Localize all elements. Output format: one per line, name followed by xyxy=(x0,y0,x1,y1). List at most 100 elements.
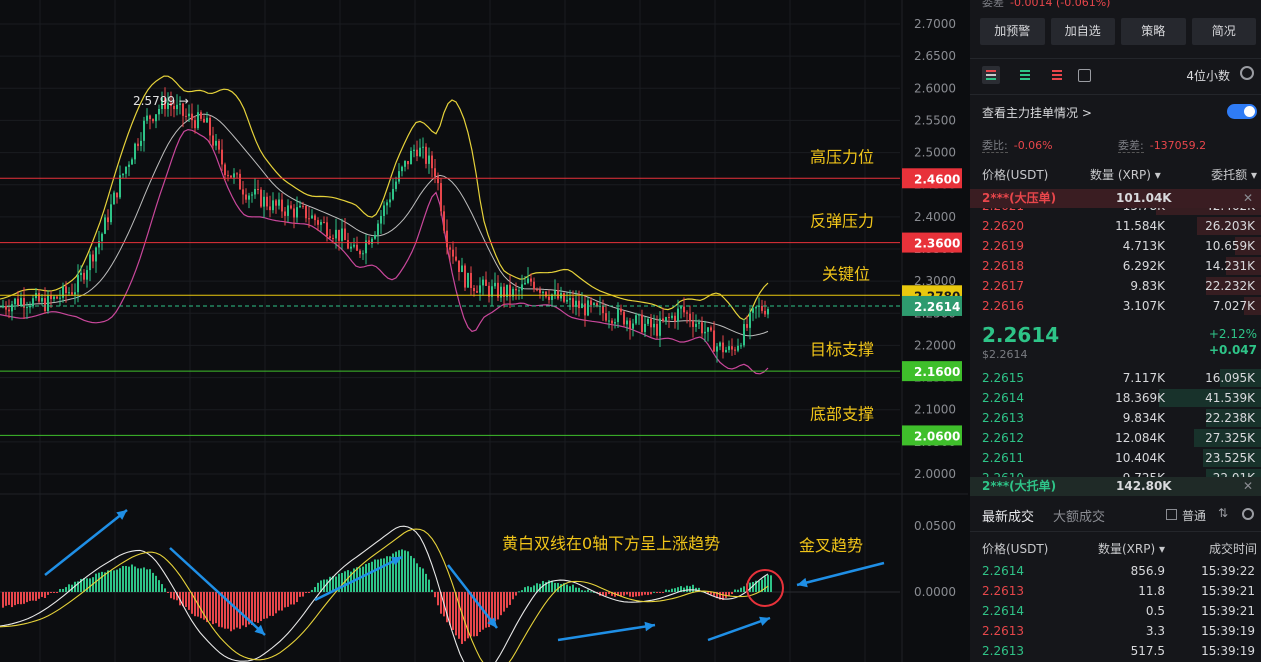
candle-body xyxy=(569,298,571,300)
filter-icon[interactable]: ⇅ xyxy=(1218,506,1228,520)
candle-body xyxy=(431,155,433,169)
close-icon[interactable]: ✕ xyxy=(1243,189,1253,208)
candle-body xyxy=(545,291,547,297)
ask-row[interactable]: 2.2618 6.292K 14.231K xyxy=(970,256,1261,276)
trade-row[interactable]: 2.2613 3.3 15:39:19 xyxy=(970,621,1261,641)
candle-body xyxy=(326,222,328,237)
candlestick-chart[interactable]: 2.70002.65002.60002.55002.50002.45002.40… xyxy=(0,0,968,662)
macd-bar xyxy=(407,551,409,592)
main-force-link[interactable]: 查看主力挂单情况 > xyxy=(982,104,1092,121)
candle-body xyxy=(230,175,232,178)
macd-bar xyxy=(50,592,52,593)
candle-body xyxy=(266,196,268,207)
big-ask-row[interactable]: 2***(大压单) 101.04K ✕ xyxy=(970,189,1261,208)
candle-body xyxy=(329,236,331,239)
ask-row[interactable]: 2.2616 3.107K 7.027K xyxy=(970,296,1261,316)
candle-body xyxy=(257,189,259,191)
candle-body xyxy=(428,155,430,164)
orderbook-bids-icon[interactable] xyxy=(1016,66,1034,84)
macd-bar xyxy=(479,592,481,632)
candle-body xyxy=(107,217,109,223)
golden-cross-label: 金叉趋势 xyxy=(799,536,863,555)
trend-arrow-shaft xyxy=(796,561,885,587)
ask-row[interactable]: 2.2619 4.713K 10.659K xyxy=(970,236,1261,256)
macd-bar xyxy=(302,592,304,597)
macd-bar xyxy=(767,574,769,592)
gear-icon[interactable] xyxy=(1240,66,1254,80)
orderbook-asks-icon[interactable] xyxy=(1048,66,1066,84)
macd-bar xyxy=(515,592,517,596)
candle-body xyxy=(434,168,436,177)
bid-qty: 18.369K xyxy=(1115,391,1165,405)
main-force-toggle[interactable] xyxy=(1227,104,1257,119)
bid-row[interactable]: 2.2615 7.117K 16.095K xyxy=(970,368,1261,388)
candle-body xyxy=(587,300,589,316)
candle-body xyxy=(458,260,460,272)
big-bid-row[interactable]: 2***(大托单) 142.80K ✕ xyxy=(970,477,1261,496)
macd-bar xyxy=(386,556,388,592)
bid-row[interactable]: 2.2613 9.834K 22.238K xyxy=(970,408,1261,428)
macd-bar xyxy=(308,592,310,593)
candle-body xyxy=(404,160,406,167)
candle-body xyxy=(272,200,274,211)
macd-bar xyxy=(137,568,139,592)
macd-bar xyxy=(737,589,739,592)
bid-row[interactable]: 2.2611 10.404K 23.525K xyxy=(970,448,1261,468)
ask-row[interactable]: 2.2617 9.83K 22.232K xyxy=(970,276,1261,296)
bid-price: 2.2614 xyxy=(982,391,1024,405)
candle-body xyxy=(158,108,160,115)
macd-upper-label: 0.0500 xyxy=(914,519,956,533)
ask-amount: 26.203K xyxy=(1205,219,1255,233)
macd-bar xyxy=(734,589,736,592)
candle-body xyxy=(407,160,409,165)
bid-row[interactable]: 2.2614 18.369K 41.539K xyxy=(970,388,1261,408)
strategy-button[interactable]: 策略 xyxy=(1121,18,1186,45)
macd-bar xyxy=(347,570,349,592)
normal-checkbox[interactable] xyxy=(1166,509,1177,520)
macd-bar xyxy=(260,592,262,622)
macd-bar xyxy=(11,592,13,608)
macd-bar xyxy=(413,558,415,592)
tab-large-trades[interactable]: 大额成交 xyxy=(1053,506,1105,525)
candle-body xyxy=(413,149,415,151)
candle-body xyxy=(380,215,382,224)
ask-row[interactable]: 2.2620 11.584K 26.203K xyxy=(970,216,1261,236)
macd-bar xyxy=(533,585,535,592)
bid-qty: 10.404K xyxy=(1115,451,1165,465)
close-icon[interactable]: ✕ xyxy=(1243,477,1253,496)
trade-qty: 856.9 xyxy=(1130,564,1165,578)
candle-body xyxy=(302,205,304,207)
trade-row[interactable]: 2.2613 11.8 15:39:21 xyxy=(970,581,1261,601)
candle-body xyxy=(740,345,742,347)
trend-arrow-head xyxy=(759,616,770,626)
bid-row[interactable]: 2.2612 12.084K 27.325K xyxy=(970,428,1261,448)
candle-body xyxy=(401,166,403,172)
candle-body xyxy=(728,346,730,350)
candle-body xyxy=(227,175,229,177)
bid-amount: 16.095K xyxy=(1205,371,1255,385)
overview-button[interactable]: 简况 xyxy=(1191,18,1256,45)
trade-row[interactable]: 2.2614 856.9 15:39:22 xyxy=(970,561,1261,581)
macd-bar xyxy=(731,592,733,595)
ask-amount: 10.659K xyxy=(1205,239,1255,253)
tab-latest-trades[interactable]: 最新成交 xyxy=(982,506,1034,525)
trade-row[interactable]: 2.2613 517.5 15:39:19 xyxy=(970,641,1261,661)
macd-bar xyxy=(245,592,247,628)
candle-body xyxy=(605,313,607,321)
ask-amount: 14.231K xyxy=(1205,259,1255,273)
level-tag: 2.4600 xyxy=(914,172,960,186)
candle-body xyxy=(8,309,10,312)
chart-pane[interactable]: 2.70002.65002.60002.55002.50002.45002.40… xyxy=(0,0,968,662)
orderbook-both-icon[interactable] xyxy=(982,66,1000,84)
gear-icon[interactable] xyxy=(1242,508,1254,520)
add-watchlist-button[interactable]: 加自选 xyxy=(1050,18,1115,45)
precision-select[interactable]: 4位小数 xyxy=(1186,67,1230,84)
macd-bar xyxy=(119,568,121,592)
candle-body xyxy=(251,194,253,196)
add-alert-button[interactable]: 加预警 xyxy=(980,18,1045,45)
trade-time: 15:39:21 xyxy=(1201,604,1255,618)
candle-body xyxy=(425,146,427,164)
trade-row[interactable]: 2.2614 0.5 15:39:21 xyxy=(970,601,1261,621)
depth-chart-icon[interactable] xyxy=(1078,69,1091,82)
y-tick-label: 2.5500 xyxy=(914,113,956,127)
